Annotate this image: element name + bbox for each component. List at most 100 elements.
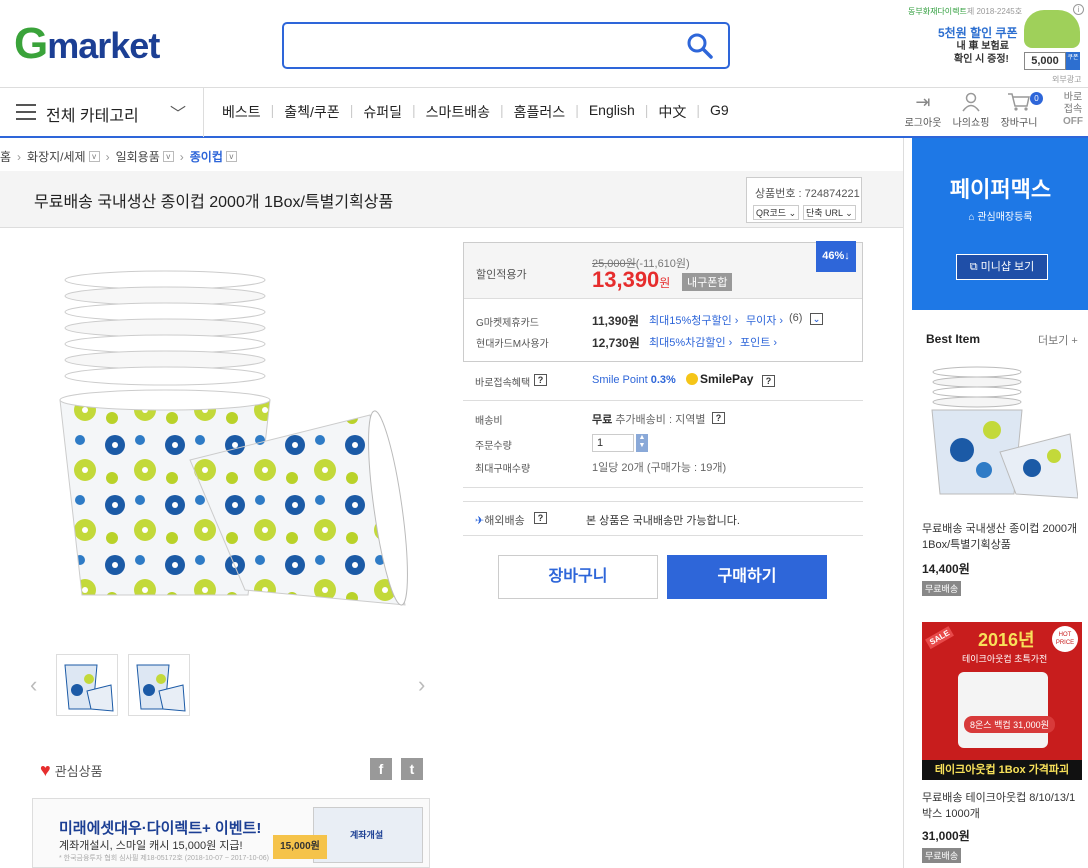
nav-menu: 베스트 | 출첵/쿠폰 | 슈퍼딜 | 스마트배송 | 홈플러스 | English | 中…: [222, 102, 729, 122]
chevron-down-icon: ﹀: [170, 106, 187, 123]
sidebar: 페이퍼맥스 ⌂ 관심매장등록 ⧉ 미니샵 보기 Best Item 더보기 + …: [903, 138, 1088, 868]
help-icon[interactable]: ?: [762, 375, 775, 387]
plane-icon: ✈: [475, 515, 485, 527]
help-icon[interactable]: ?: [534, 512, 547, 524]
minishop-panel: 페이퍼맥스 ⌂ 관심매장등록 ⧉ 미니샵 보기: [912, 138, 1088, 310]
header-ad-banner[interactable]: 동부화재다이렉트제 2018-2245호 5천원 할인 쿠폰 내 車 보험료 확인…: [906, 4, 1086, 86]
breadcrumb-current[interactable]: 종이컵: [190, 148, 223, 165]
card1-detail[interactable]: 최대15%청구할인 ›: [649, 312, 738, 328]
cart-button[interactable]: 0 장바구니: [996, 92, 1043, 129]
home-icon: ⌂: [968, 212, 975, 223]
card2-point[interactable]: 포인트 ›: [740, 334, 777, 350]
overseas-value: 본 상품은 국내배송만 가능합니다.: [586, 515, 740, 527]
max-qty-label: 최대구매수량: [475, 464, 531, 475]
my-shopping-button[interactable]: 나의쇼핑: [948, 92, 994, 129]
short-url-button[interactable]: 단축 URL ⌄: [803, 205, 856, 220]
baro-toggle[interactable]: 바로 접속 OFF: [1060, 92, 1086, 128]
register-shop-link[interactable]: ⌂ 관심매장등록: [912, 208, 1088, 223]
logo-market: market: [47, 25, 160, 66]
sale-tag: SALE: [925, 625, 955, 650]
heart-icon: ♥: [40, 760, 51, 780]
logo-g: G: [14, 19, 48, 68]
breadcrumb-home[interactable]: 홈: [0, 148, 11, 165]
nav-homeplus[interactable]: 홈플러스: [514, 102, 566, 122]
quantity-stepper[interactable]: ▲ ▼: [636, 434, 648, 452]
cups-image: [958, 672, 1048, 748]
help-icon[interactable]: ?: [534, 374, 547, 386]
hamburger-icon: [16, 104, 36, 120]
bottom-ad-disclaimer: * 한국금융투자 협회 심사필 제18-05172호 (2018-10-07 ~…: [59, 855, 270, 862]
card1-price: 11,390원: [592, 314, 640, 328]
best-item-heading: Best Item: [926, 332, 981, 346]
favorite-label: 관심상품: [54, 764, 103, 779]
ad-title: 5천원 할인 쿠폰: [938, 26, 1018, 40]
ad-label: 외부광고: [1052, 75, 1082, 84]
gmarket-logo[interactable]: Gmarket: [14, 19, 160, 68]
ad-coupon: 쿠폰: [1066, 52, 1080, 70]
nav-g9[interactable]: G9: [710, 102, 729, 122]
bottom-ad-coupon: 15,000원: [273, 835, 327, 859]
ad-info-icon[interactable]: i: [1073, 4, 1084, 15]
monitor-image: 계좌개설: [313, 807, 423, 863]
chevron-down-icon[interactable]: v: [225, 151, 237, 162]
logout-button[interactable]: ⇥ 로그아웃: [900, 92, 946, 129]
overseas-label: ✈해외배송: [475, 515, 525, 527]
thumb-next-arrow-icon[interactable]: ›: [418, 672, 425, 698]
buy-now-button[interactable]: 구매하기: [667, 555, 827, 599]
best-item-image[interactable]: SALE 2016년 HOT PRICE 테이크아웃컵 초특가전 8온스 백컵 …: [922, 622, 1082, 780]
product-number: 상품번호 : 724874221: [755, 188, 860, 200]
promo-bar: 테이크아웃컵 1Box 가격파괴: [922, 760, 1082, 780]
nav-coupon[interactable]: 출첵/쿠폰: [284, 102, 339, 122]
product-title: 무료배송 국내생산 종이컵 2000개 1Box/특별기획상품: [34, 194, 394, 211]
sale-price: 13,390원: [592, 267, 671, 292]
card1-label: G마켓제휴카드: [476, 318, 539, 329]
category-menu[interactable]: 전체 카테고리 ﹀: [0, 88, 204, 137]
thumb-prev-arrow-icon[interactable]: ‹: [30, 672, 37, 698]
logout-icon: ⇥: [915, 92, 931, 112]
divider: [463, 487, 863, 488]
quantity-input[interactable]: 1: [592, 434, 634, 452]
thumbnail-1[interactable]: [56, 654, 118, 716]
thumbnail-2[interactable]: [128, 654, 190, 716]
user-icon: [948, 92, 994, 114]
add-to-cart-button[interactable]: 장바구니: [498, 555, 658, 599]
shipping-value: 무료 추가배송비 : 지역별: [592, 414, 706, 426]
more-link[interactable]: 더보기 +: [1038, 332, 1078, 348]
smile-icon: [686, 373, 698, 385]
window-icon: ⧉: [969, 261, 978, 273]
divider: [463, 400, 863, 401]
best-item-price: 31,000원: [922, 829, 970, 843]
nav-superdeal[interactable]: 슈퍼딜: [363, 102, 402, 122]
chevron-down-icon[interactable]: ⌄: [810, 313, 823, 325]
help-icon[interactable]: ?: [712, 412, 725, 424]
breadcrumb: 홈 › 화장지/세제 v › 일회용품 v › 종이컵 v: [0, 148, 237, 165]
nav-best[interactable]: 베스트: [222, 102, 261, 122]
search-icon[interactable]: [686, 32, 714, 60]
card1-interest-free[interactable]: 무이자 ›: [746, 312, 783, 328]
search-input[interactable]: [282, 22, 730, 69]
nav-chinese[interactable]: 中文: [658, 102, 686, 122]
nav-smart-delivery[interactable]: 스마트배송: [426, 102, 490, 122]
divider: [463, 535, 863, 536]
best-item-image[interactable]: [922, 360, 1078, 500]
card2-detail[interactable]: 최대5%차감할인 ›: [649, 334, 732, 350]
best-item-name[interactable]: 무료배송 국내생산 종이컵 2000개 1Box/특별기획상품: [922, 521, 1082, 553]
chevron-down-icon[interactable]: v: [162, 151, 174, 162]
breadcrumb-item[interactable]: 화장지/세제: [27, 148, 86, 165]
facebook-icon[interactable]: f: [370, 758, 392, 780]
car-image: [1024, 10, 1080, 48]
twitter-icon[interactable]: t: [401, 758, 423, 780]
minishop-button[interactable]: ⧉ 미니샵 보기: [956, 254, 1048, 280]
free-shipping-tag: 무료배송: [922, 848, 962, 863]
card2-price: 12,730원: [592, 336, 640, 350]
qr-code-button[interactable]: QR코드 ⌄: [753, 205, 800, 220]
shop-name[interactable]: 페이퍼맥스: [912, 172, 1088, 204]
ad-brand: 동부화재다이렉트제 2018-2245호: [908, 7, 1023, 16]
favorite-button[interactable]: ♥ 관심상품: [40, 760, 103, 781]
nav-english[interactable]: English: [589, 102, 635, 122]
breadcrumb-item[interactable]: 일회용품: [116, 148, 160, 165]
bottom-ad-banner[interactable]: 미래에셋대우·다이렉트+ 이벤트! 계좌개설시, 스마일 캐시 15,000원 …: [32, 798, 430, 868]
chevron-down-icon[interactable]: v: [88, 151, 100, 162]
best-item-name[interactable]: 무료배송 테이크아웃컵 8/10/13/1박스 1000개: [922, 790, 1082, 822]
max-qty-value: 1일당 20개 (구매가능 : 19개): [592, 462, 727, 474]
